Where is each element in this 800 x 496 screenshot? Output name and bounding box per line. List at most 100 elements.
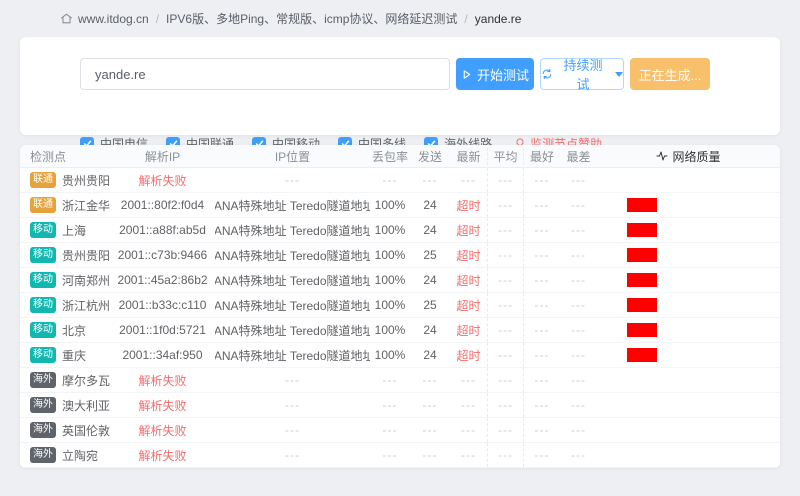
worst-cell: --- bbox=[560, 318, 597, 342]
sent-cell: 24 bbox=[410, 268, 450, 292]
best-cell: --- bbox=[524, 268, 560, 292]
table-header: 检测点 解析IP IP位置 丢包率 发送 最新 平均 最好 最差 网络质量 bbox=[20, 145, 780, 168]
quality-cell bbox=[597, 393, 780, 417]
page: { "breadcrumb": { "site": "www.itdog.cn"… bbox=[0, 0, 800, 496]
latest-cell: 超时 bbox=[450, 243, 487, 267]
table-row: 移动 贵州贵阳 2001::c73b:9466 IANA特殊地址 Teredo隧… bbox=[20, 243, 780, 268]
node-location: 英国伦敦 bbox=[62, 422, 110, 439]
col-sent: 发送 bbox=[410, 148, 450, 165]
sent-cell: 25 bbox=[410, 293, 450, 317]
breadcrumb-section: IPV6版、多地Ping、常规版、icmp协议、网络延迟测试 bbox=[166, 10, 457, 27]
continuous-test-label: 持续测试 bbox=[558, 55, 608, 93]
carrier-badge: 海外 bbox=[30, 372, 56, 388]
worst-cell: --- bbox=[560, 243, 597, 267]
chevron-down-icon bbox=[615, 72, 623, 77]
col-packet-loss: 丢包率 bbox=[370, 148, 410, 165]
col-latest: 最新 bbox=[450, 148, 487, 165]
packet-loss-cell: 100% bbox=[370, 193, 410, 217]
carrier-badge: 海外 bbox=[30, 397, 56, 413]
worst-cell: --- bbox=[560, 443, 597, 467]
col-average: 平均 bbox=[487, 148, 524, 165]
resolved-ip-cell: 2001::a88f:ab5d bbox=[110, 218, 215, 242]
average-cell: --- bbox=[487, 293, 524, 317]
table-row: 移动 上海 2001::a88f:ab5d IANA特殊地址 Teredo隧道地… bbox=[20, 218, 780, 243]
latest-cell: --- bbox=[450, 418, 487, 442]
latest-cell: --- bbox=[450, 368, 487, 392]
best-cell: --- bbox=[524, 218, 560, 242]
refresh-icon bbox=[541, 68, 553, 80]
resolved-ip-cell: 解析失败 bbox=[110, 443, 215, 467]
breadcrumb-site[interactable]: www.itdog.cn bbox=[78, 12, 149, 26]
generating-label: 正在生成... bbox=[639, 65, 702, 84]
latest-cell: --- bbox=[450, 168, 487, 192]
best-cell: --- bbox=[524, 318, 560, 342]
quality-cell bbox=[597, 218, 780, 242]
sent-cell: --- bbox=[410, 368, 450, 392]
packet-loss-cell: --- bbox=[370, 393, 410, 417]
table-body: 联通 贵州贵阳 解析失败 --- --- --- --- --- --- ---… bbox=[20, 168, 780, 468]
sent-cell: 24 bbox=[410, 343, 450, 367]
packet-loss-cell: 100% bbox=[370, 318, 410, 342]
worst-cell: --- bbox=[560, 418, 597, 442]
table-row: 移动 北京 2001::1f0d:5721 IANA特殊地址 Teredo隧道地… bbox=[20, 318, 780, 343]
worst-cell: --- bbox=[560, 168, 597, 192]
packet-loss-cell: 100% bbox=[370, 293, 410, 317]
resolved-ip-cell: 2001::c73b:9466 bbox=[110, 243, 215, 267]
node-location: 摩尔多瓦 bbox=[62, 372, 110, 389]
ip-location-cell: IANA特殊地址 Teredo隧道地址 bbox=[215, 318, 370, 342]
resolved-ip-cell: 解析失败 bbox=[110, 168, 215, 192]
best-cell: --- bbox=[524, 368, 560, 392]
ip-location-cell: IANA特殊地址 Teredo隧道地址 bbox=[215, 243, 370, 267]
quality-bar bbox=[627, 223, 657, 237]
quality-cell bbox=[597, 293, 780, 317]
test-control-panel: 开始测试 持续测试 正在生成... 中国电信中国联通中国移动中国多线海外线路 监… bbox=[20, 37, 780, 135]
resolved-ip-cell: 解析失败 bbox=[110, 368, 215, 392]
carrier-badge: 联通 bbox=[30, 197, 56, 213]
packet-loss-cell: 100% bbox=[370, 268, 410, 292]
sent-cell: --- bbox=[410, 418, 450, 442]
best-cell: --- bbox=[524, 168, 560, 192]
quality-cell bbox=[597, 193, 780, 217]
best-cell: --- bbox=[524, 293, 560, 317]
play-icon bbox=[461, 69, 472, 80]
sent-cell: --- bbox=[410, 168, 450, 192]
worst-cell: --- bbox=[560, 293, 597, 317]
quality-cell bbox=[597, 268, 780, 292]
node-location: 贵州贵阳 bbox=[62, 172, 110, 189]
worst-cell: --- bbox=[560, 343, 597, 367]
average-cell: --- bbox=[487, 168, 524, 192]
generating-button[interactable]: 正在生成... bbox=[630, 58, 710, 90]
carrier-badge: 海外 bbox=[30, 447, 56, 463]
average-cell: --- bbox=[487, 343, 524, 367]
sent-cell: 25 bbox=[410, 243, 450, 267]
table-row: 联通 浙江金华 2001::80f2:f0d4 IANA特殊地址 Teredo隧… bbox=[20, 193, 780, 218]
col-best: 最好 bbox=[524, 148, 560, 165]
breadcrumb: www.itdog.cn / IPV6版、多地Ping、常规版、icmp协议、网… bbox=[60, 10, 521, 27]
node-location: 浙江杭州 bbox=[62, 297, 110, 314]
average-cell: --- bbox=[487, 193, 524, 217]
best-cell: --- bbox=[524, 243, 560, 267]
table-row: 移动 浙江杭州 2001::b33c:c110 IANA特殊地址 Teredo隧… bbox=[20, 293, 780, 318]
quality-bar bbox=[627, 198, 657, 212]
resolved-ip-cell: 2001::34af:950 bbox=[110, 343, 215, 367]
node-location: 立陶宛 bbox=[62, 447, 98, 464]
col-network-quality: 网络质量 bbox=[597, 148, 780, 165]
packet-loss-cell: 100% bbox=[370, 243, 410, 267]
breadcrumb-separator: / bbox=[464, 12, 467, 26]
latest-cell: 超时 bbox=[450, 293, 487, 317]
best-cell: --- bbox=[524, 418, 560, 442]
best-cell: --- bbox=[524, 443, 560, 467]
continuous-test-button[interactable]: 持续测试 bbox=[540, 58, 624, 90]
node-location: 河南郑州 bbox=[62, 272, 110, 289]
quality-cell bbox=[597, 168, 780, 192]
node-location: 澳大利亚悉尼 bbox=[62, 397, 110, 414]
host-input[interactable] bbox=[80, 58, 450, 90]
quality-cell bbox=[597, 418, 780, 442]
start-test-button[interactable]: 开始测试 bbox=[456, 58, 534, 90]
carrier-badge: 移动 bbox=[30, 247, 56, 263]
packet-loss-cell: --- bbox=[370, 418, 410, 442]
latest-cell: --- bbox=[450, 443, 487, 467]
network-quality-label: 网络质量 bbox=[672, 148, 720, 165]
best-cell: --- bbox=[524, 393, 560, 417]
start-test-label: 开始测试 bbox=[477, 65, 529, 84]
